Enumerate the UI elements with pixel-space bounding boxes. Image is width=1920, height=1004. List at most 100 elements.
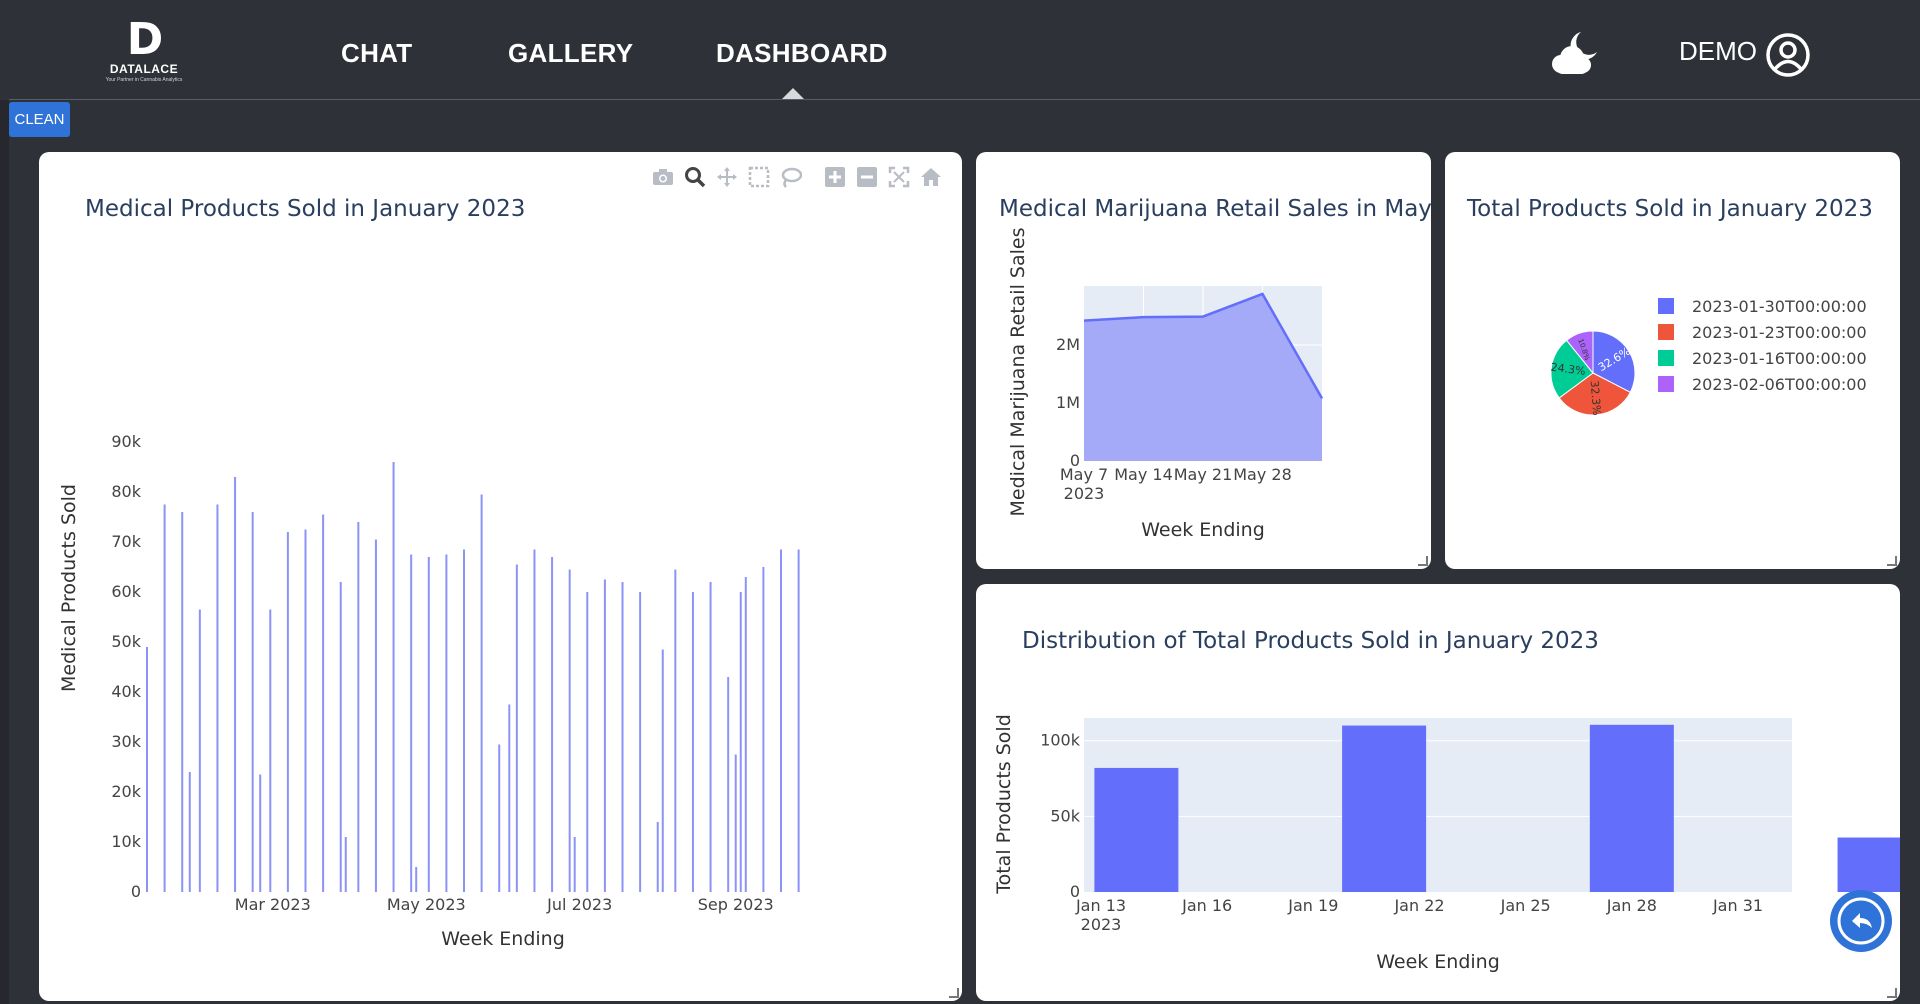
bar xyxy=(762,567,765,892)
bar xyxy=(374,539,377,892)
bar xyxy=(551,557,554,892)
x-tick-label: Jan 31 xyxy=(1712,896,1763,915)
back-button[interactable] xyxy=(1830,890,1892,952)
bar xyxy=(603,579,606,892)
resize-handle[interactable] xyxy=(1418,556,1428,566)
legend-label: 2023-01-16T00:00:00 xyxy=(1692,349,1867,368)
user-name-label: DEMO xyxy=(1679,36,1757,66)
bar xyxy=(639,592,642,892)
bar xyxy=(198,609,201,892)
x-axis-label: Week Ending xyxy=(441,928,565,950)
x-tick-label: May 7 xyxy=(1060,465,1108,484)
total-products-pie-chart[interactable]: 32.6%32.3%24.3%10.8%2023-01-30T00:00:002… xyxy=(1445,152,1900,569)
x-tick-label: May 28 xyxy=(1233,465,1292,484)
bar xyxy=(1094,767,1179,892)
undo-arrow-icon xyxy=(1837,897,1885,945)
card-medical-products: Medical Products Sold in January 2023 01… xyxy=(39,152,962,1001)
legend-label: 2023-02-06T00:00:00 xyxy=(1692,375,1867,394)
y-axis-label: Total Products Sold xyxy=(993,714,1015,895)
x-tick-label: May 21 xyxy=(1174,465,1233,484)
medical-products-chart[interactable]: 0 10k 20k 30k 40k 50k 60k 70k 80k 90k Mar 2023 May … xyxy=(39,152,962,1001)
bar xyxy=(304,529,307,892)
distribution-chart[interactable]: 050k100kJan 132023Jan 16 Jan 19 Jan 22 Jan … xyxy=(976,584,1900,1001)
y-tick-label: 80k xyxy=(111,482,141,501)
y-tick-label: 50k xyxy=(1050,806,1080,825)
bar xyxy=(739,592,742,892)
bar xyxy=(498,744,501,892)
x-tick-label: Mar 2023 xyxy=(235,895,311,914)
x-tick-label: 2023 xyxy=(1064,484,1105,503)
bar xyxy=(269,609,272,892)
logo-d-mark: D xyxy=(126,14,164,65)
bar xyxy=(573,837,576,892)
resize-handle[interactable] xyxy=(949,988,959,998)
y-tick-label: 2M xyxy=(1056,335,1080,354)
x-tick-label: Jan 13 xyxy=(1075,896,1126,915)
bar xyxy=(797,549,800,892)
bar xyxy=(656,822,659,892)
y-axis-label: Medical Products Sold xyxy=(58,484,80,692)
bar xyxy=(146,647,148,892)
y-tick-label: 10k xyxy=(111,832,141,851)
bar xyxy=(734,754,737,892)
x-tick-label: Jan 22 xyxy=(1393,896,1444,915)
bar xyxy=(780,549,783,892)
y-axis-label: Medical Marijuana Retail Sales xyxy=(1007,228,1029,517)
bar xyxy=(163,504,166,892)
bar xyxy=(463,549,466,892)
logo-wordmark: DATALACE xyxy=(109,62,179,76)
bar xyxy=(586,592,589,892)
y-tick-label: 30k xyxy=(111,732,141,751)
bar xyxy=(427,557,430,892)
bar xyxy=(357,522,360,892)
bar xyxy=(480,494,483,892)
x-tick-label: Jan 19 xyxy=(1287,896,1338,915)
legend-swatch xyxy=(1658,298,1674,314)
clean-button[interactable]: CLEAN xyxy=(9,102,70,137)
bar xyxy=(188,772,191,892)
bar xyxy=(568,569,571,892)
bar xyxy=(744,577,747,892)
y-tick-label: 20k xyxy=(111,782,141,801)
datalace-logo[interactable]: D DATALACE Your Partner in Cannabis Anal… xyxy=(100,18,188,88)
bar xyxy=(181,512,184,892)
x-axis-label: Week Ending xyxy=(1141,519,1265,541)
bar xyxy=(515,564,518,892)
legend-swatch xyxy=(1658,376,1674,392)
resize-handle[interactable] xyxy=(1887,988,1897,998)
y-tick-label: 100k xyxy=(1040,731,1081,750)
y-tick-label: 50k xyxy=(111,632,141,651)
bar xyxy=(445,554,448,892)
x-axis-label: Week Ending xyxy=(1376,951,1500,973)
legend-swatch xyxy=(1658,324,1674,340)
bar xyxy=(621,582,624,892)
y-tick-label: 1M xyxy=(1056,393,1080,412)
logo-tagline: Your Partner in Cannabis Analytics xyxy=(105,77,183,83)
x-tick-label: Sep 2023 xyxy=(698,895,774,914)
y-tick-label: 0 xyxy=(131,882,141,901)
bar xyxy=(691,592,694,892)
legend-label: 2023-01-30T00:00:00 xyxy=(1692,297,1867,316)
bar xyxy=(1342,725,1427,892)
user-circle-icon[interactable] xyxy=(1765,32,1811,78)
resize-handle[interactable] xyxy=(1887,556,1897,566)
y-tick-label: 60k xyxy=(111,582,141,601)
nav-chat[interactable]: CHAT xyxy=(341,38,412,69)
bar xyxy=(674,569,677,892)
plot-background xyxy=(1084,718,1792,892)
bar xyxy=(344,837,347,892)
x-tick-label: May 14 xyxy=(1114,465,1173,484)
bar xyxy=(661,649,664,892)
nav-gallery[interactable]: GALLERY xyxy=(508,38,633,69)
cloud-moon-icon[interactable] xyxy=(1545,28,1601,78)
bar xyxy=(709,582,712,892)
legend-label: 2023-01-23T00:00:00 xyxy=(1692,323,1867,342)
left-edge-strip xyxy=(0,0,9,1004)
retail-sales-chart[interactable]: 01M2MMay 72023May 14 May 21 May 28Week End… xyxy=(976,152,1431,569)
nav-dashboard[interactable]: DASHBOARD xyxy=(716,38,888,69)
bar xyxy=(1837,837,1900,892)
bar xyxy=(508,704,511,892)
y-tick-label: 90k xyxy=(111,432,141,451)
bar xyxy=(322,514,325,892)
card-total-products-pie: Total Products Sold in January 2023 32.6… xyxy=(1445,152,1900,569)
